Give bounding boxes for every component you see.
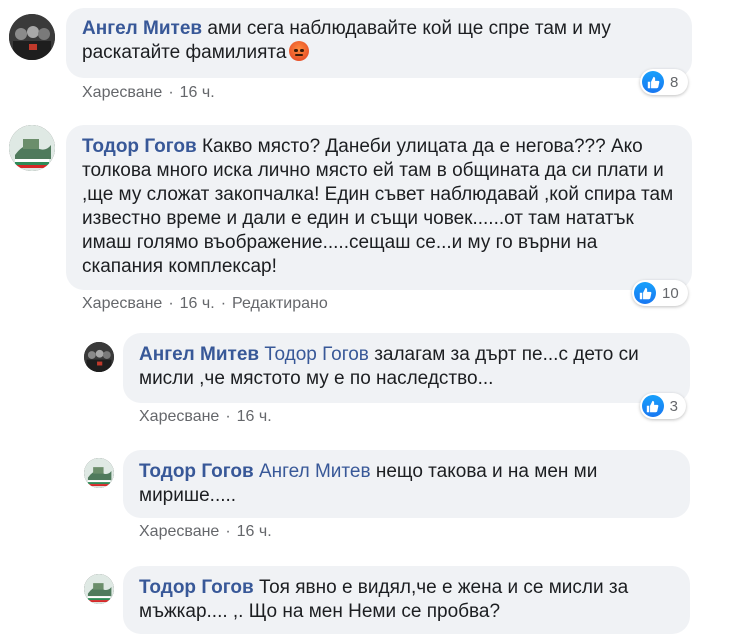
reply-bubble: Ангел Митев Тодор Гогов залагам за дърт … <box>123 333 690 403</box>
like-button[interactable]: Харесване <box>82 84 162 101</box>
avatar-angel-mitev[interactable] <box>9 14 55 60</box>
comment-meta: Харесване · 16 ч. <box>82 84 215 102</box>
reply-meta: Харесване · 16 ч. <box>139 523 272 541</box>
separator: · <box>168 295 174 312</box>
timestamp[interactable]: 16 ч. <box>237 523 272 540</box>
reaction-count-pill[interactable]: 3 <box>640 393 686 419</box>
like-icon <box>642 71 664 93</box>
comment-text: Какво място? Данеби улицата да е негова?… <box>82 136 674 277</box>
mention-link[interactable]: Тодор Гогов <box>264 344 369 365</box>
comment-bubble: Тодор Гогов Какво място? Данеби улицата … <box>66 125 692 290</box>
avatar-todor-gogov[interactable] <box>84 574 114 604</box>
reply-bubble: Тодор Гогов Ангел Митев нещо такова и на… <box>123 450 690 518</box>
reply-author[interactable]: Тодор Гогов <box>139 577 254 598</box>
avatar-todor-gogov[interactable] <box>9 125 55 171</box>
separator: · <box>225 408 231 425</box>
like-icon <box>642 395 664 417</box>
comment-meta: Харесване · 16 ч. · Редактирано <box>82 295 328 313</box>
comment-bubble: Ангел Митев ами сега наблюдавайте кой ще… <box>66 8 692 78</box>
like-button[interactable]: Харесване <box>139 408 219 425</box>
reply-author[interactable]: Ангел Митев <box>139 344 259 365</box>
reply-author[interactable]: Тодор Гогов <box>139 461 254 482</box>
reply-bubble: Тодор Гогов Тоя явно е видял,че е жена и… <box>123 566 690 634</box>
reaction-count: 8 <box>670 73 679 91</box>
comment-author[interactable]: Ангел Митев <box>82 18 202 39</box>
separator: · <box>168 84 174 101</box>
mention-link[interactable]: Ангел Митев <box>259 461 371 482</box>
timestamp[interactable]: 16 ч. <box>180 84 215 101</box>
like-button[interactable]: Харесване <box>139 523 219 540</box>
avatar-todor-gogov[interactable] <box>84 458 114 488</box>
timestamp[interactable]: 16 ч. <box>180 295 215 312</box>
angry-face-emoji-icon <box>289 41 310 61</box>
reply-meta: Харесване · 16 ч. <box>139 408 272 426</box>
reaction-count-pill[interactable]: 8 <box>640 69 688 95</box>
timestamp[interactable]: 16 ч. <box>237 408 272 425</box>
like-icon <box>634 282 656 304</box>
reaction-count-pill[interactable]: 10 <box>632 280 688 306</box>
reaction-count: 3 <box>669 397 678 415</box>
comments-thread: Ангел Митев ами сега наблюдавайте кой ще… <box>0 0 730 641</box>
reaction-count: 10 <box>662 284 679 302</box>
separator: · <box>225 523 231 540</box>
avatar-angel-mitev[interactable] <box>84 342 114 372</box>
like-button[interactable]: Харесване <box>82 295 162 312</box>
separator: · <box>220 295 227 312</box>
comment-author[interactable]: Тодор Гогов <box>82 136 197 157</box>
edited-label[interactable]: Редактирано <box>232 295 328 312</box>
